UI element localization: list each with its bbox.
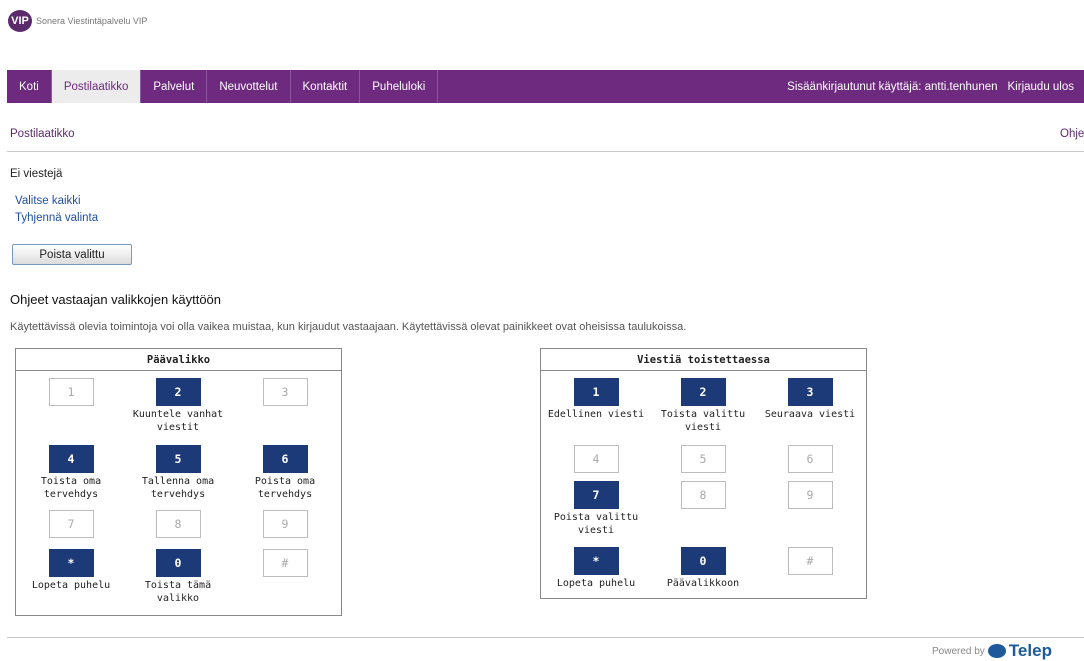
instructions-title: Ohjeet vastaajan valikkojen käyttöön [10,292,222,307]
keypad-key: 2 Kuuntele vanhat viestit [125,378,231,434]
key-label: Toista valittu viesti [660,409,746,433]
key-label: Seuraava viesti [764,409,856,420]
select-all-link[interactable]: Valitse kaikki [15,195,81,207]
keypad-key: 5 [650,445,756,473]
keypad-key: 5 Tallenna oma tervehdys [125,445,231,501]
key-button: 0 [680,547,726,575]
keypad-key: 2 Toista valittu viesti [650,378,756,434]
key-label: Tallenna oma tervehdys [141,476,215,500]
keypad-key: 3 [232,378,338,406]
keypad-key: 6 Poista oma tervehdys [232,445,338,501]
keypad-key: 4 Toista oma tervehdys [18,445,124,501]
breadcrumb[interactable]: Postilaatikko [10,128,75,140]
key-button: 4 [573,445,619,473]
nav-postilaatikko[interactable]: Postilaatikko [51,70,142,103]
nav-user-area: Sisäänkirjautunut käyttäjä: antti.tenhun… [787,70,1084,103]
key-label: Lopeta puhelu [556,578,636,589]
key-label: Poista oma tervehdys [254,476,316,500]
nav-koti[interactable]: Koti [7,70,52,103]
brand-subtitle: Sonera Viestintäpalvelu VIP [36,16,148,26]
key-button: 4 [48,445,94,473]
footer-divider [7,637,1084,638]
powered-by-brand: Telep [1008,641,1052,660]
nav-palvelut[interactable]: Palvelut [141,70,208,103]
help-link[interactable]: Ohje [1060,128,1084,140]
logged-in-user: Sisäänkirjautunut käyttäjä: antti.tenhun… [787,80,998,93]
key-label: Päävalikkoon [666,578,740,589]
main-nav: Koti Postilaatikko Palvelut Neuvottelut … [7,70,1084,103]
keypad-key: 1 Edellinen viesti [543,378,649,421]
key-button: 9 [787,481,833,509]
footer: Powered by Telep [932,641,1052,661]
nav-puheluloki[interactable]: Puheluloki [360,70,439,103]
keypad-key: 6 [757,445,863,473]
key-button: 2 [680,378,726,406]
key-button: 7 [48,510,94,538]
instructions-description: Käytettävissä olevia toimintoja voi olla… [10,321,687,333]
key-label: Kuuntele vanhat viestit [132,409,224,433]
delete-selected-button[interactable]: Poista valittu [12,244,132,265]
keypad-key: * Lopeta puhelu [543,547,649,590]
key-label: Poista valittu viesti [553,512,639,536]
divider [7,151,1084,152]
key-button: 1 [48,378,94,406]
key-label: Toista oma tervehdys [40,476,102,500]
key-button: 8 [155,510,201,538]
key-button: 8 [680,481,726,509]
key-button: 3 [787,378,833,406]
key-button: 1 [573,378,619,406]
keypad-key: # [757,547,863,575]
key-button: 5 [155,445,201,473]
key-button: 7 [573,481,619,509]
brand: VIP Sonera Viestintäpalvelu VIP [8,10,147,32]
key-button: 6 [262,445,308,473]
nav-kontaktit[interactable]: Kontaktit [291,70,361,103]
keypad-key: 0 Päävalikkoon [650,547,756,590]
key-button: * [573,547,619,575]
keypad-key: 9 [232,510,338,538]
playback-keypad: Viestiä toistettaessa 1 Edellinen viesti 2… [540,348,867,599]
vip-logo: VIP [8,10,32,32]
key-button: 0 [155,549,201,577]
key-label: Lopeta puhelu [31,580,111,591]
keypad-key: 3 Seuraava viesti [757,378,863,421]
keypad-key: 8 [125,510,231,538]
logout-link[interactable]: Kirjaudu ulos [1008,81,1074,93]
telepo-logo-icon [987,644,1006,658]
key-label: Toista tämä valikko [144,580,212,604]
main-menu-keypad: Päävalikko 1 2 Kuuntele vanhat viestit 3 4 To… [15,348,342,616]
key-button: 2 [155,378,201,406]
empty-inbox-text: Ei viestejä [10,168,63,180]
key-button: 9 [262,510,308,538]
key-button: # [787,547,833,575]
keypad-key: 0 Toista tämä valikko [125,549,231,605]
keypad-key: # [232,549,338,577]
keypad-key: 4 [543,445,649,473]
main-menu-keypad-title: Päävalikko [16,349,341,371]
keypad-key: 7 Poista valittu viesti [543,481,649,537]
playback-keypad-title: Viestiä toistettaessa [541,349,866,371]
powered-by-text: Powered by [932,645,985,657]
keypad-key: 9 [757,481,863,509]
nav-neuvottelut[interactable]: Neuvottelut [207,70,291,103]
clear-selection-link[interactable]: Tyhjennä valinta [15,212,98,224]
keypad-key: 1 [18,378,124,406]
keypad-key: 8 [650,481,756,509]
keypad-key: * Lopeta puhelu [18,549,124,592]
key-button: 5 [680,445,726,473]
key-button: 3 [262,378,308,406]
keypad-key: 7 [18,510,124,538]
key-label: Edellinen viesti [547,409,645,420]
key-button: * [48,549,94,577]
key-button: # [262,549,308,577]
key-button: 6 [787,445,833,473]
